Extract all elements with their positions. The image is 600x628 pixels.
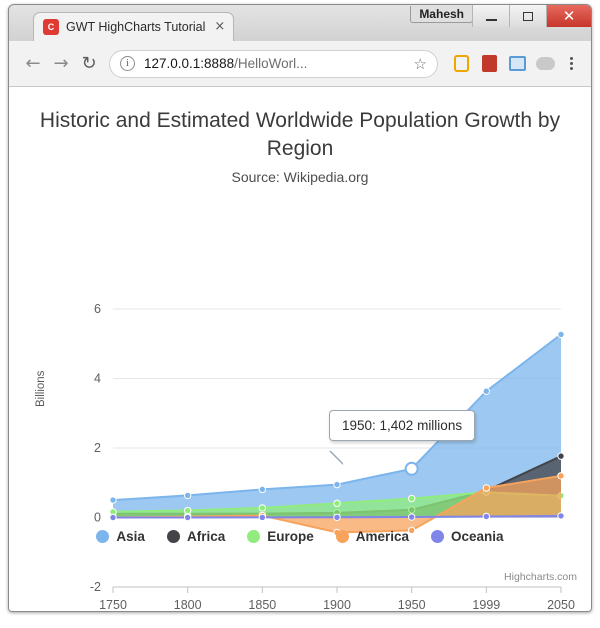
minimize-button[interactable] xyxy=(472,5,509,27)
chart-credits: Highcharts.com xyxy=(504,571,577,583)
tab-title: GWT HighCharts Tutorial xyxy=(66,20,205,34)
bookmark-star-icon[interactable]: ☆ xyxy=(414,55,427,73)
browser-toolbar: ← → ↻ i 127.0.0.1:8888/HelloWorl... ☆ xyxy=(9,41,591,87)
svg-text:4: 4 xyxy=(94,372,101,386)
legend-swatch-icon xyxy=(247,530,260,543)
legend-swatch-icon xyxy=(167,530,180,543)
svg-text:-2: -2 xyxy=(90,580,101,594)
browser-window: C GWT HighCharts Tutorial × Mahesh ✕ ← →… xyxy=(8,4,592,612)
y-axis-title: Billions xyxy=(35,371,47,407)
reload-button[interactable]: ↻ xyxy=(75,50,103,78)
svg-text:1900: 1900 xyxy=(323,598,351,611)
legend-label: Europe xyxy=(267,529,314,544)
maximize-button[interactable] xyxy=(509,5,546,27)
forward-button[interactable]: → xyxy=(47,50,75,78)
url-path: /HelloWorl... xyxy=(234,56,307,71)
bookmark-shape-icon xyxy=(454,55,469,72)
site-info-icon[interactable]: i xyxy=(120,56,135,71)
tab-gwt-highcharts-tutorial[interactable]: C GWT HighCharts Tutorial × xyxy=(33,12,234,41)
close-tab-icon[interactable]: × xyxy=(214,21,225,33)
page-content: Historic and Estimated Worldwide Populat… xyxy=(9,87,591,611)
minimize-icon xyxy=(486,19,497,21)
tooltip-stem-icon xyxy=(330,450,344,464)
window-controls: ✕ xyxy=(472,5,591,27)
address-bar[interactable]: i 127.0.0.1:8888/HelloWorl... ☆ xyxy=(109,50,438,78)
svg-text:1750: 1750 xyxy=(99,598,127,611)
favicon-icon: C xyxy=(43,19,59,35)
browser-menu-button[interactable] xyxy=(561,57,581,70)
cloud-icon[interactable] xyxy=(532,51,558,77)
title-bar: C GWT HighCharts Tutorial × Mahesh ✕ xyxy=(9,5,591,41)
close-icon: ✕ xyxy=(563,9,576,24)
cloud-shape-icon xyxy=(536,57,555,70)
url-host: 127.0.0.1:8888 xyxy=(144,56,234,71)
highcharts-chart: Historic and Estimated Worldwide Populat… xyxy=(9,87,591,611)
tab-strip: C GWT HighCharts Tutorial × xyxy=(9,11,234,41)
legend-swatch-icon xyxy=(336,530,349,543)
legend-item-america[interactable]: America xyxy=(336,529,409,544)
screenshot-shape-icon xyxy=(509,56,526,71)
url-text: 127.0.0.1:8888/HelloWorl... xyxy=(144,56,307,71)
chart-tooltip: 1950: 1,402 millions xyxy=(329,410,475,441)
legend-label: Africa xyxy=(187,529,225,544)
svg-text:2: 2 xyxy=(94,441,101,455)
legend-item-oceania[interactable]: Oceania xyxy=(431,529,504,544)
legend-item-africa[interactable]: Africa xyxy=(167,529,225,544)
svg-text:1800: 1800 xyxy=(174,598,202,611)
screenshot-icon[interactable] xyxy=(504,51,530,77)
legend-label: Oceania xyxy=(451,529,504,544)
adblock-shape-icon xyxy=(482,55,497,72)
bookmark-manager-icon[interactable] xyxy=(448,51,474,77)
close-window-button[interactable]: ✕ xyxy=(546,5,591,27)
user-profile-label[interactable]: Mahesh xyxy=(410,6,473,23)
chart-legend: Asia Africa Europe America Oceania xyxy=(9,529,591,544)
svg-text:6: 6 xyxy=(94,302,101,316)
legend-label: Asia xyxy=(116,529,145,544)
chart-subtitle: Source: Wikipedia.org xyxy=(9,169,591,185)
adblock-icon[interactable] xyxy=(476,51,502,77)
legend-item-asia[interactable]: Asia xyxy=(96,529,145,544)
legend-swatch-icon xyxy=(431,530,444,543)
maximize-icon xyxy=(523,12,533,21)
chart-title: Historic and Estimated Worldwide Populat… xyxy=(9,107,591,163)
back-button[interactable]: ← xyxy=(19,50,47,78)
svg-text:0: 0 xyxy=(94,511,101,525)
svg-text:1950: 1950 xyxy=(398,598,426,611)
svg-text:1850: 1850 xyxy=(248,598,276,611)
svg-text:2050: 2050 xyxy=(547,598,575,611)
legend-item-europe[interactable]: Europe xyxy=(247,529,314,544)
legend-swatch-icon xyxy=(96,530,109,543)
svg-text:1999: 1999 xyxy=(472,598,500,611)
legend-label: America xyxy=(356,529,409,544)
